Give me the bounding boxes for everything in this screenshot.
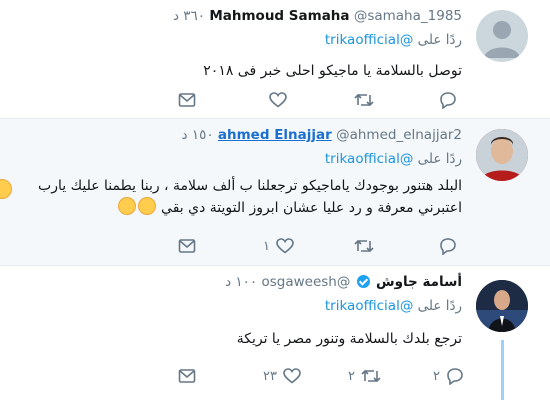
reply-mention-link[interactable]: @trikaofficial — [325, 32, 413, 48]
tweet-actions — [178, 90, 468, 110]
tweet-actions: ١ — [178, 236, 468, 256]
retweet-icon — [354, 239, 374, 253]
tweet-text: البلد هتنور بوجودك ياماجيكو ترجعلنا ب أل… — [38, 175, 462, 219]
avatar[interactable] — [476, 10, 528, 62]
dm-button[interactable] — [178, 236, 196, 256]
display-name[interactable]: ahmed Elnajjar — [218, 127, 332, 143]
avatar[interactable] — [476, 280, 528, 332]
reply-icon — [440, 92, 456, 109]
tweet-text-line: ترجع بلدك بالسلامة وتنور مصر يا تريكة — [236, 331, 462, 347]
tweet-text: توصل بالسلامة يا ماجيكو احلى خبر فى ٢٠١٨ — [203, 60, 462, 82]
retweet-count: ٢ — [348, 368, 355, 384]
tweet-text-line: توصل بالسلامة يا ماجيكو احلى خبر فى ٢٠١٨ — [203, 63, 462, 79]
user-handle[interactable]: @samaha_1985 — [354, 8, 462, 24]
like-button[interactable]: ١ — [263, 236, 294, 256]
like-count: ٢٣ — [263, 368, 277, 384]
reply-prefix: ردًا على — [417, 298, 462, 314]
reply-mention-link[interactable]: @trikaofficial — [325, 151, 413, 167]
timestamp[interactable]: ٣٦٠ د — [173, 8, 205, 24]
reply-context: ردًا على @trikaofficial — [325, 298, 462, 314]
tweet-text-line: اعتبرني معرفة و رد عليا عشان ابروز التوي… — [161, 200, 462, 216]
reply-icon — [440, 238, 456, 255]
emoji — [137, 197, 156, 215]
retweet-button[interactable] — [348, 236, 374, 256]
envelope-icon — [178, 93, 196, 107]
heart-icon — [276, 238, 294, 254]
reply-button[interactable] — [433, 90, 457, 110]
reply-button[interactable]: ٢ — [433, 366, 464, 386]
user-handle[interactable]: @osgaweesh — [261, 274, 350, 290]
avatar[interactable] — [476, 129, 528, 181]
tweet-text-line: البلد هتنور بوجودك ياماجيكو ترجعلنا ب أل… — [38, 178, 462, 194]
tweet-header: ahmed Elnajjar @ahmed_elnajjar2 ١٥٠ د — [182, 125, 462, 145]
reply-context: ردًا على @trikaofficial — [325, 151, 462, 167]
tweet-header: Mahmoud Samaha @samaha_1985 ٣٦٠ د — [173, 6, 462, 26]
tweet[interactable]: ahmed Elnajjar @ahmed_elnajjar2 ١٥٠ د رد… — [0, 119, 550, 266]
heart-icon — [269, 92, 287, 108]
envelope-icon — [178, 369, 196, 383]
retweet-button[interactable]: ٢ — [348, 366, 381, 386]
timestamp[interactable]: ١٥٠ د — [182, 127, 214, 143]
dm-button[interactable] — [178, 90, 196, 110]
envelope-icon — [178, 239, 196, 253]
retweet-button[interactable] — [348, 90, 374, 110]
thread-line — [501, 340, 504, 400]
like-button[interactable] — [263, 90, 287, 110]
verified-badge-icon — [356, 275, 370, 288]
tweet-actions: ٢٣ ٢ ٢ — [178, 366, 468, 386]
reply-count: ٢ — [433, 368, 440, 384]
reply-context: ردًا على @trikaofficial — [325, 32, 462, 48]
reply-mention-link[interactable]: @trikaofficial — [325, 298, 413, 314]
tweet-header: أسامة جاوش @osgaweesh ١٠٠ د — [225, 272, 462, 292]
like-count: ١ — [263, 238, 270, 254]
default-avatar-icon — [484, 21, 520, 58]
reply-prefix: ردًا على — [417, 151, 462, 167]
timestamp[interactable]: ١٠٠ د — [225, 274, 257, 290]
reply-button[interactable] — [433, 236, 457, 256]
retweet-icon — [361, 369, 381, 383]
display-name[interactable]: أسامة جاوش — [376, 274, 462, 290]
like-button[interactable]: ٢٣ — [263, 366, 301, 386]
retweet-icon — [354, 93, 374, 107]
tweet[interactable]: أسامة جاوش @osgaweesh ١٠٠ د ردًا على @tr… — [0, 266, 550, 400]
display-name[interactable]: Mahmoud Samaha — [209, 8, 349, 24]
tweet-text: ترجع بلدك بالسلامة وتنور مصر يا تريكة — [237, 328, 462, 350]
reply-icon — [447, 368, 463, 385]
emoji — [0, 179, 12, 199]
profile-photo — [476, 280, 528, 332]
heart-icon — [283, 368, 301, 384]
user-handle[interactable]: @ahmed_elnajjar2 — [336, 127, 462, 143]
reply-prefix: ردًا على — [417, 32, 462, 48]
dm-button[interactable] — [178, 366, 196, 386]
profile-photo — [476, 129, 528, 181]
tweet[interactable]: Mahmoud Samaha @samaha_1985 ٣٦٠ د ردًا ع… — [0, 0, 550, 119]
emoji — [117, 197, 136, 215]
